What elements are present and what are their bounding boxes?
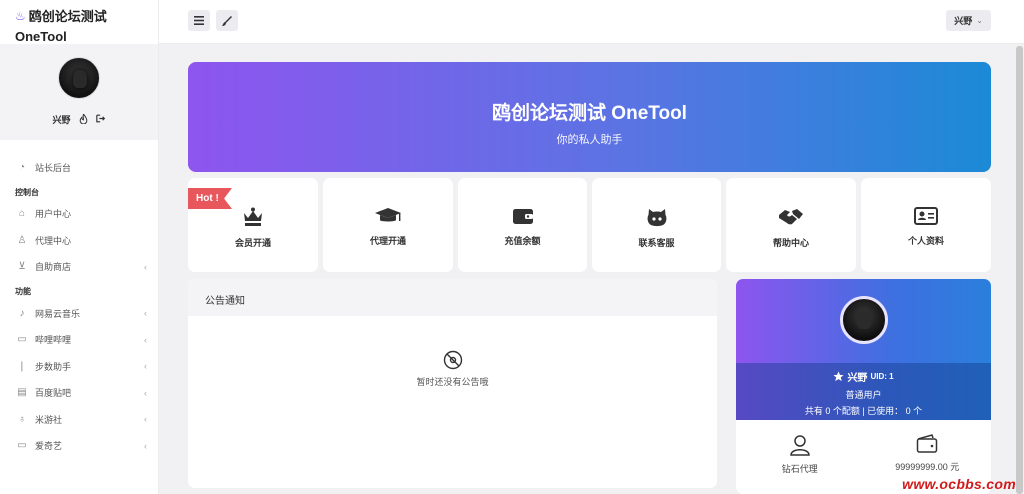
- sidebar-item-baidu-tieba[interactable]: ▤ 百度贴吧 ‹: [0, 380, 158, 407]
- sidebar-item-netease-music[interactable]: ♪ 网易云音乐 ‹: [0, 300, 158, 327]
- user-menu-label: 兴野: [954, 16, 973, 26]
- chevron-left-icon: ‹: [144, 361, 147, 372]
- brush-icon: [222, 15, 232, 26]
- hero-subtitle: 你的私人助手: [556, 134, 623, 146]
- chevron-left-icon: ‹: [144, 334, 147, 345]
- star-icon: [833, 371, 844, 382]
- nav-group-console: 控制台: [15, 187, 39, 197]
- user-icon: ♙: [17, 234, 27, 246]
- profile-role: 普通用户: [845, 390, 882, 400]
- chevron-left-icon: ‹: [144, 261, 147, 272]
- profile-card: 兴野 UID: 1 普通用户 共有 0 个配额 | 已使用： 0 个 钻石代理 …: [736, 279, 991, 494]
- graduation-cap-icon: [375, 208, 401, 222]
- flame-icon: ♨: [15, 8, 26, 23]
- brand-title: 鸥创论坛测试: [28, 9, 107, 24]
- watermark: www.ocbbs.com: [902, 476, 1016, 492]
- sidebar-item-iqiyi[interactable]: ▭ 爱奇艺 ‹: [0, 433, 158, 460]
- chevron-left-icon: ‹: [144, 308, 147, 319]
- user-outline-icon: [789, 435, 810, 456]
- empty-disc-icon: [443, 350, 462, 370]
- chevron-left-icon: ‹: [144, 387, 147, 398]
- tile-recharge[interactable]: 充值余额: [458, 178, 587, 272]
- profile-name: 兴野: [847, 373, 868, 384]
- handshake-icon: [779, 209, 803, 225]
- sidebar-item-agent-center[interactable]: ♙ 代理中心: [0, 227, 158, 254]
- sidebar-item-admin[interactable]: ◔ 站长后台: [0, 154, 158, 181]
- hero-banner: 鸥创论坛测试 OneTool 你的私人助手: [188, 62, 991, 172]
- monitor-icon: ▭: [17, 440, 27, 452]
- notice-title: 公告通知: [188, 279, 717, 316]
- tile-help-center[interactable]: 帮助中心: [726, 178, 856, 272]
- scrollbar-thumb[interactable]: [1016, 46, 1023, 494]
- theme-button[interactable]: [216, 10, 238, 31]
- crown-icon: [244, 207, 262, 226]
- music-icon: ♪: [19, 307, 25, 319]
- profile-avatar[interactable]: [840, 296, 888, 344]
- footprint-icon: ❘: [17, 360, 27, 372]
- gauge-icon: ◔: [18, 161, 26, 173]
- logout-icon[interactable]: [95, 114, 106, 125]
- chevron-left-icon: ‹: [144, 440, 147, 451]
- sidebar-item-steps[interactable]: ❘ 步数助手 ‹: [0, 353, 158, 380]
- scrollbar[interactable]: [1015, 44, 1024, 494]
- menu-toggle-button[interactable]: [188, 10, 210, 31]
- tile-profile[interactable]: 个人资料: [861, 178, 991, 272]
- chevron-down-icon: ⌄: [976, 16, 983, 25]
- sidebar-nav: ◔ 站长后台 控制台 ⌂ 用户中心 ♙ 代理中心 ⊻ 自助商店 ‹ 功能 ♪ 网易云音乐 ‹ …: [0, 140, 158, 459]
- id-card-icon: [914, 207, 938, 225]
- book-icon: ▤: [17, 387, 27, 399]
- nav-group-functions: 功能: [15, 287, 31, 296]
- wallet-outline-icon: [917, 434, 938, 453]
- fire-icon[interactable]: [79, 112, 88, 126]
- sidebar-item-shop[interactable]: ⊻ 自助商店 ‹: [0, 254, 158, 281]
- user-panel: 兴野: [0, 44, 158, 140]
- sidebar-item-bilibili[interactable]: ▭ 哔哩哔哩 ‹: [0, 327, 158, 354]
- stat-agent-level[interactable]: 钻石代理: [736, 420, 864, 494]
- profile-uid: UID: 1: [870, 372, 894, 381]
- cart-icon: ⊻: [18, 261, 26, 273]
- notice-panel: 公告通知 暂时还没有公告哦: [188, 279, 717, 488]
- home-icon: ⌂: [18, 208, 26, 220]
- username: 兴野: [52, 115, 71, 125]
- tile-agent[interactable]: 代理开通: [323, 178, 453, 272]
- notice-empty-text: 暂时还没有公告哦: [416, 377, 489, 387]
- user-menu[interactable]: 兴野 ⌄: [946, 10, 991, 31]
- menu-icon: [194, 16, 204, 25]
- topbar: 兴野 ⌄: [159, 0, 1024, 44]
- video-icon: ▭: [17, 334, 27, 346]
- sidebar: ♨ 鸥创论坛测试 OneTool 兴野 ◔ 站长后台 控制台 ⌂ 用户中心 ♙ 代理中心…: [0, 0, 159, 494]
- chevron-left-icon: ‹: [144, 414, 147, 425]
- tile-customer-service[interactable]: 联系客服: [592, 178, 721, 272]
- bulb-icon: ♁: [18, 413, 26, 425]
- sidebar-item-miyoushe[interactable]: ♁ 米游社 ‹: [0, 406, 158, 433]
- avatar[interactable]: [58, 57, 100, 99]
- wallet-icon: [512, 209, 533, 224]
- sidebar-item-user-center[interactable]: ⌂ 用户中心: [0, 201, 158, 228]
- profile-quota: 共有 0 个配额 | 已使用： 0 个: [804, 406, 923, 416]
- brand[interactable]: ♨ 鸥创论坛测试 OneTool: [0, 0, 158, 45]
- brand-subtitle: OneTool: [15, 29, 67, 44]
- hero-title: 鸥创论坛测试 OneTool: [492, 103, 687, 124]
- github-icon: [647, 209, 666, 227]
